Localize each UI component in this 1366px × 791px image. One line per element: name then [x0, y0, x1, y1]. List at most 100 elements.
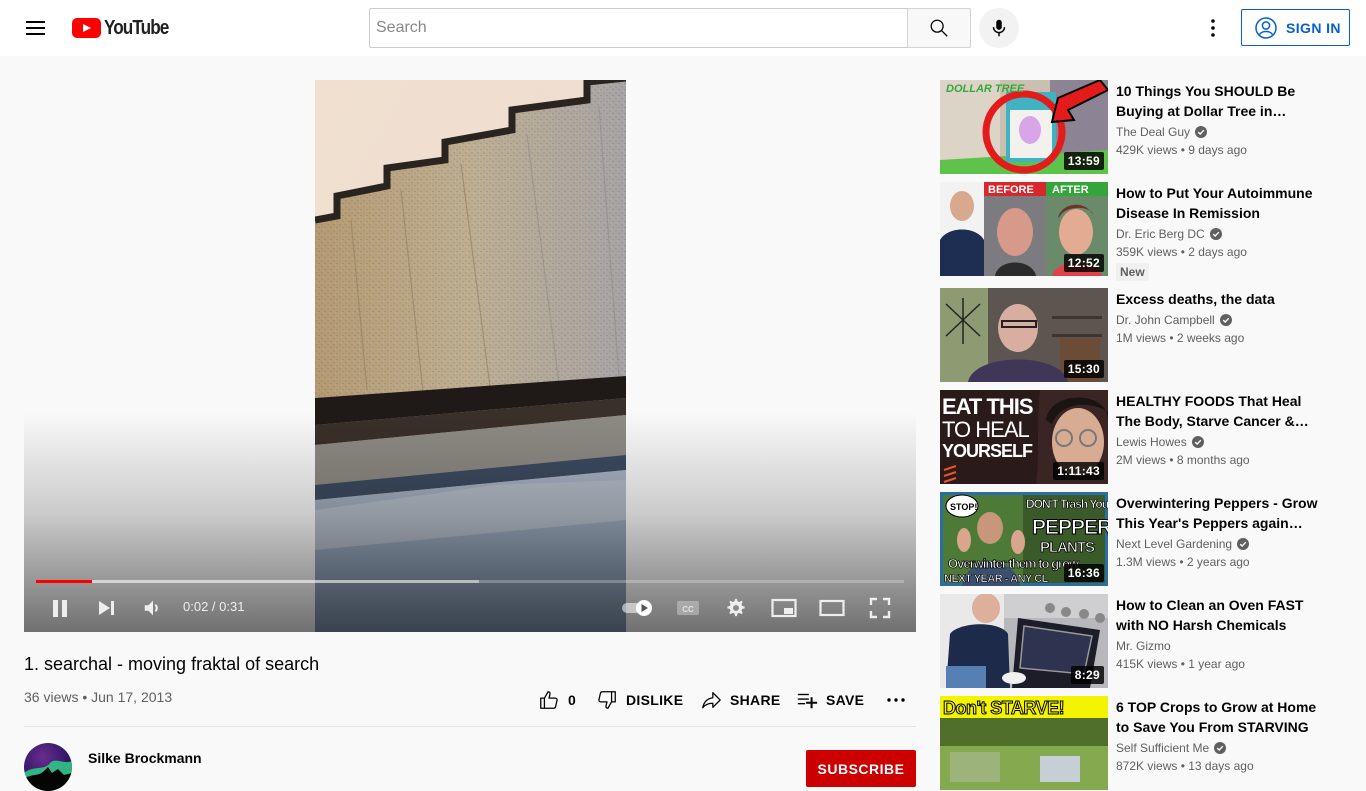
- miniplayer-button[interactable]: [768, 592, 800, 624]
- save-label: SAVE: [826, 692, 865, 708]
- video-frame[interactable]: [315, 80, 626, 632]
- thumb-text: NEXT YEAR - ANY CL: [944, 573, 1049, 585]
- like-button[interactable]: 0: [538, 686, 576, 714]
- video-stats: 429K views • 9 days ago: [1116, 143, 1247, 157]
- video-stats: 415K views • 1 year ago: [1116, 657, 1245, 671]
- pause-button[interactable]: [44, 592, 76, 624]
- autoplay-icon: [622, 600, 652, 616]
- menu-button[interactable]: [24, 16, 48, 40]
- video-thumbnail[interactable]: Don't STARVE!: [940, 696, 1108, 790]
- progress-bar[interactable]: [36, 580, 904, 583]
- search-input[interactable]: [370, 9, 908, 47]
- subtitles-button[interactable]: CC: [672, 592, 704, 624]
- search-icon: [930, 19, 948, 37]
- recommended-video[interactable]: 8:29 How to Clean an Oven FAST with NO H…: [940, 594, 1340, 688]
- verified-icon: [1209, 228, 1222, 240]
- time-display: 0:02 / 0:31: [183, 599, 245, 614]
- verified-icon: [1214, 742, 1227, 754]
- video-title: 10 Things You SHOULD Be Buying at Dollar…: [1116, 83, 1296, 119]
- played-bar: [36, 580, 93, 583]
- settings-button[interactable]: [720, 592, 752, 624]
- recommended-video[interactable]: EAT THIS TO HEAL YOURSELF 1:11:43 HEALTH…: [940, 390, 1340, 484]
- video-stats: 1M views • 2 weeks ago: [1116, 331, 1245, 345]
- logo-text: YouTube: [104, 16, 169, 39]
- sign-in-label: SIGN IN: [1286, 19, 1341, 36]
- sign-in-button[interactable]: SIGN IN: [1241, 9, 1350, 46]
- save-button[interactable]: SAVE: [796, 686, 864, 714]
- avatar-image: [24, 760, 72, 791]
- thumb-text: PEPPER: [1032, 516, 1108, 539]
- skip-next-icon: [99, 601, 114, 615]
- video-thumbnail[interactable]: EAT THIS TO HEAL YOURSELF 1:11:43: [940, 390, 1108, 484]
- autoplay-toggle[interactable]: [618, 592, 658, 624]
- youtube-logo[interactable]: YouTube: [72, 17, 179, 39]
- menu-icon: [26, 21, 45, 23]
- thumb-text: DON'T Trash Your: [1026, 497, 1108, 511]
- video-stats: 1.3M views • 2 years ago: [1116, 555, 1250, 569]
- buffered-bar: [36, 580, 479, 583]
- thumb-text: EAT THIS: [942, 394, 1033, 419]
- verified-icon: [1237, 538, 1250, 550]
- video-duration: 12:52: [1063, 254, 1104, 272]
- search-button[interactable]: [907, 8, 971, 48]
- thumb-text: Don't STARVE!: [943, 698, 1064, 718]
- video-thumbnail[interactable]: DOLLAR TREE 13:59: [940, 80, 1108, 174]
- video-player[interactable]: 0:02 / 0:31 CC: [24, 80, 916, 632]
- thumb-text: DOLLAR TREE: [946, 83, 1025, 95]
- video-title: How to Put Your Autoimmune Disease In Re…: [1116, 185, 1313, 221]
- more-actions-button[interactable]: [884, 686, 908, 714]
- subscribe-button[interactable]: SUBSCRIBE: [806, 750, 916, 787]
- video-duration: 1:11:43: [1053, 462, 1104, 480]
- youtube-play-icon: [72, 18, 101, 38]
- thumbs-down-icon: [598, 691, 616, 709]
- channel-name: The Deal Guy: [1116, 125, 1208, 139]
- channel-avatar[interactable]: [24, 743, 72, 791]
- verified-icon: [1195, 126, 1208, 138]
- video-title: HEALTHY FOODS That Heal The Body, Starve…: [1116, 393, 1302, 429]
- video-stats: 359K views • 2 days ago: [1116, 245, 1247, 259]
- verified-icon: [1191, 436, 1204, 448]
- mute-button[interactable]: [137, 592, 169, 624]
- masthead: YouTube SIGN IN: [0, 0, 1366, 56]
- recommended-video[interactable]: STOP! DON'T Trash Your PEPPER PLANTS Ove…: [940, 492, 1340, 586]
- more-vert-icon: [1211, 19, 1215, 37]
- share-icon: [702, 692, 721, 709]
- divider: [24, 726, 916, 727]
- thumb-text: BEFORE: [988, 184, 1034, 196]
- video-content: [315, 80, 626, 632]
- recommended-video[interactable]: Don't STARVE! 6 TOP Crops to Grow at Hom…: [940, 696, 1340, 790]
- theater-mode-button[interactable]: [816, 592, 848, 624]
- verified-icon: [1219, 314, 1232, 326]
- video-duration: 13:59: [1063, 152, 1104, 170]
- recommended-video[interactable]: BEFORE AFTER 12:52 How to Put Your Autoi…: [940, 182, 1340, 281]
- recommended-video[interactable]: DOLLAR TREE 13:59 10 Things You SHOULD B…: [940, 80, 1340, 174]
- video-thumbnail[interactable]: STOP! DON'T Trash Your PEPPER PLANTS Ove…: [940, 492, 1108, 586]
- channel-name: Next Level Gardening: [1116, 537, 1250, 551]
- svg-text:CC: CC: [682, 605, 694, 614]
- share-button[interactable]: SHARE: [700, 686, 781, 714]
- dislike-button[interactable]: DISLIKE: [596, 686, 683, 714]
- video-thumbnail[interactable]: 8:29: [940, 594, 1108, 688]
- thumb-text: YOURSELF: [942, 441, 1033, 461]
- recommended-video[interactable]: 15:30 Excess deaths, the data Dr. John C…: [940, 288, 1340, 382]
- search-box: [369, 8, 908, 48]
- video-title: How to Clean an Oven FAST with NO Harsh …: [1116, 597, 1304, 633]
- settings-menu-button[interactable]: [1197, 12, 1229, 44]
- thumb-text: AFTER: [1052, 184, 1089, 196]
- video-title: Excess deaths, the data: [1116, 291, 1275, 307]
- volume-icon: [144, 600, 158, 616]
- video-thumbnail[interactable]: BEFORE AFTER 12:52: [940, 182, 1108, 276]
- next-button[interactable]: [90, 592, 122, 624]
- fullscreen-icon: [869, 597, 891, 619]
- video-stats: 2M views • 8 months ago: [1116, 453, 1250, 467]
- closed-captions-icon: CC: [677, 601, 699, 615]
- video-title: 1. searchal - moving fraktal of search: [24, 654, 320, 674]
- playlist-add-icon: [797, 693, 818, 709]
- microphone-icon: [992, 19, 1006, 37]
- channel-name[interactable]: Silke Brockmann: [88, 750, 202, 766]
- video-thumbnail[interactable]: 15:30: [940, 288, 1108, 382]
- account-circle-icon: [1255, 16, 1277, 39]
- video-title: Overwintering Peppers - Grow This Year's…: [1116, 495, 1318, 531]
- fullscreen-button[interactable]: [864, 592, 896, 624]
- voice-search-button[interactable]: [979, 8, 1019, 48]
